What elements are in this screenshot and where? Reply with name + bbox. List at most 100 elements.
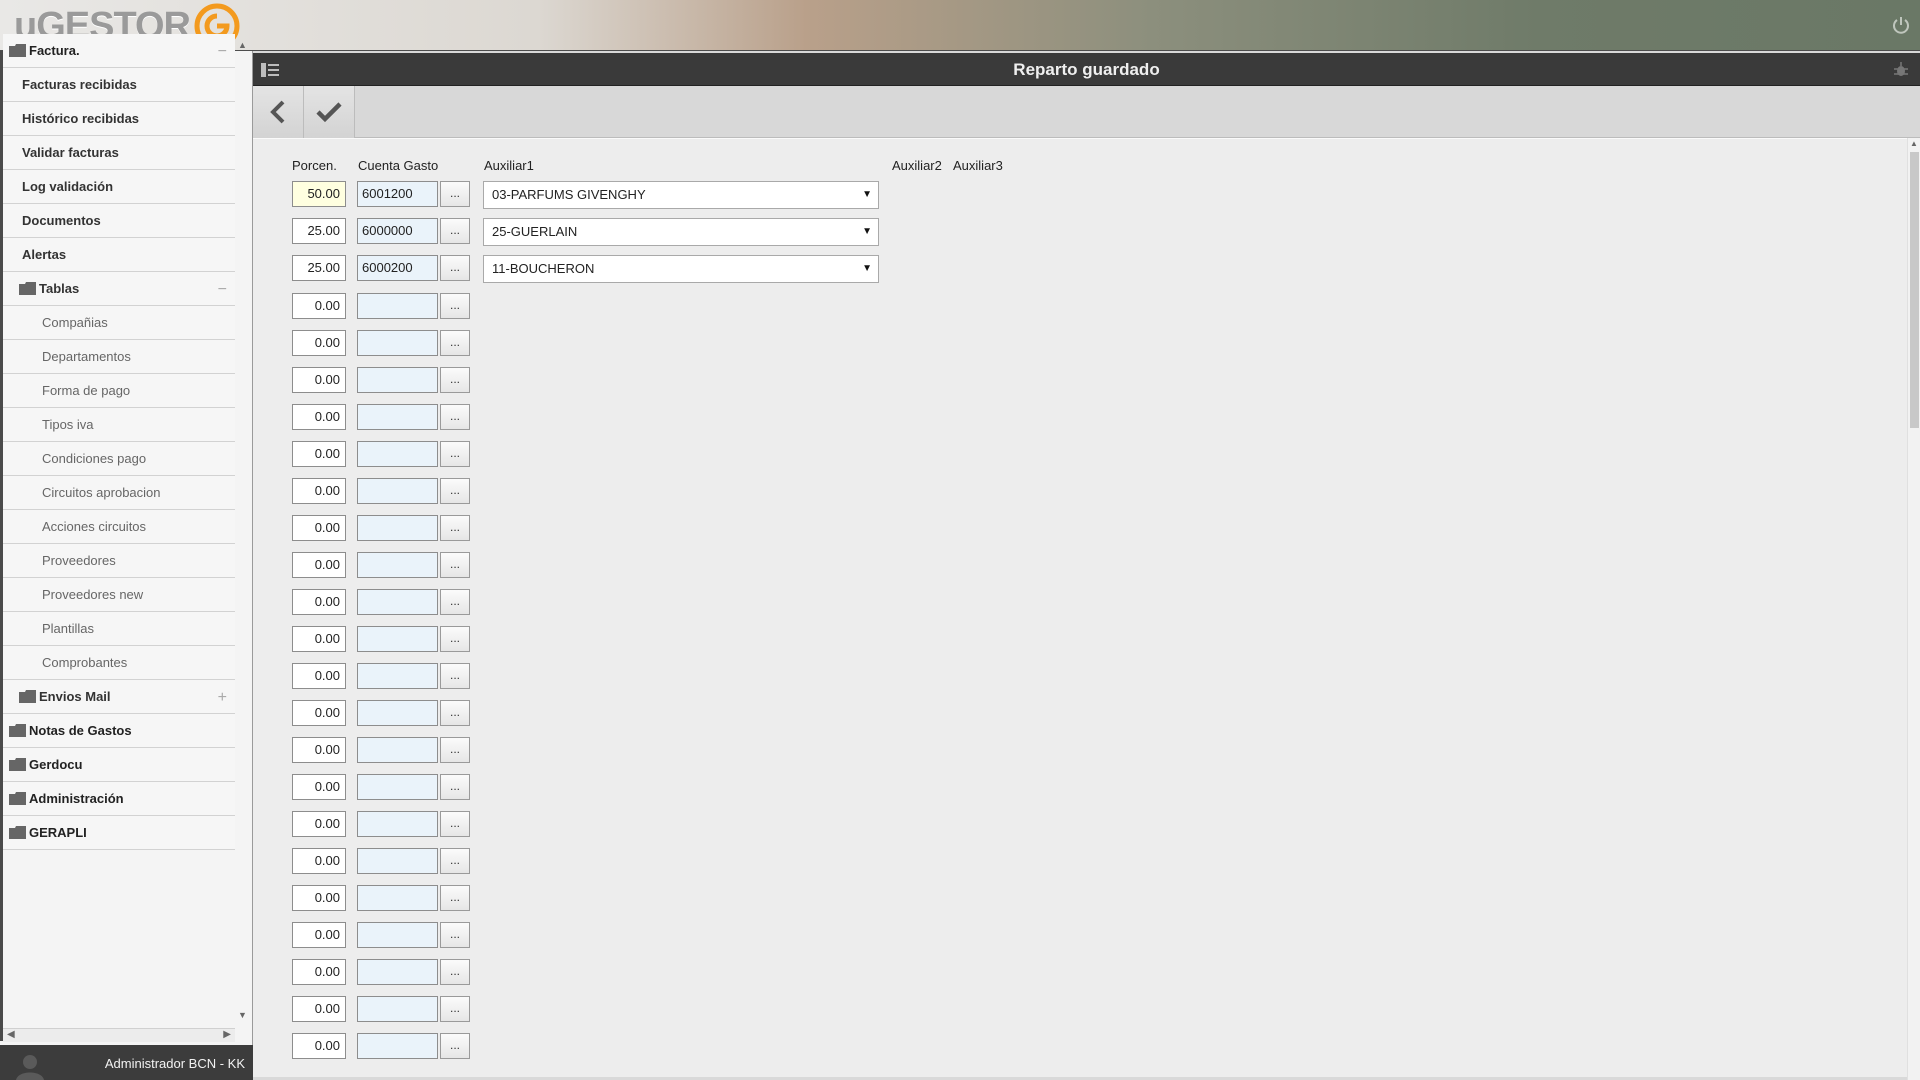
expense-account-input[interactable] (357, 626, 438, 652)
percentage-input[interactable]: 0.00 (292, 552, 346, 578)
account-lookup-button[interactable]: ... (440, 367, 470, 393)
sidebar-item[interactable]: Proveedores new (3, 578, 235, 612)
sidebar-horizontal-scrollbar[interactable]: ◀ ▶ (3, 1028, 235, 1042)
power-icon[interactable] (1892, 16, 1910, 34)
sidebar-item[interactable]: GERAPLI (3, 816, 235, 850)
percentage-input[interactable]: 0.00 (292, 1033, 346, 1059)
expense-account-input[interactable]: 6000200 (357, 255, 438, 281)
expense-account-input[interactable] (357, 552, 438, 578)
account-lookup-button[interactable]: ... (440, 774, 470, 800)
account-lookup-button[interactable]: ... (440, 663, 470, 689)
expense-account-input[interactable] (357, 367, 438, 393)
percentage-input[interactable]: 0.00 (292, 367, 346, 393)
scrollbar-thumb[interactable] (1910, 152, 1919, 428)
account-lookup-button[interactable]: ... (440, 218, 470, 244)
auxiliar1-select[interactable]: 11-BOUCHERON ▼ (483, 255, 879, 283)
main-vertical-scrollbar[interactable]: ▲ (1907, 138, 1920, 1080)
expense-account-input[interactable] (357, 515, 438, 541)
auxiliar1-select[interactable]: 25-GUERLAIN ▼ (483, 218, 879, 246)
account-lookup-button[interactable]: ... (440, 552, 470, 578)
collapse-icon[interactable]: − (218, 281, 227, 299)
account-lookup-button[interactable]: ... (440, 885, 470, 911)
expense-account-input[interactable] (357, 996, 438, 1022)
percentage-input[interactable]: 0.00 (292, 478, 346, 504)
expense-account-input[interactable] (357, 441, 438, 467)
account-lookup-button[interactable]: ... (440, 293, 470, 319)
account-lookup-button[interactable]: ... (440, 1033, 470, 1059)
expense-account-input[interactable] (357, 404, 438, 430)
account-lookup-button[interactable]: ... (440, 441, 470, 467)
expense-account-input[interactable] (357, 811, 438, 837)
expense-account-input[interactable] (357, 700, 438, 726)
sidebar-item[interactable]: Comprobantes (3, 646, 235, 680)
expense-account-input[interactable] (357, 293, 438, 319)
scroll-right-icon[interactable]: ▶ (223, 1029, 231, 1040)
expense-account-input[interactable] (357, 330, 438, 356)
percentage-input[interactable]: 0.00 (292, 626, 346, 652)
collapse-icon[interactable]: − (218, 43, 227, 61)
sidebar-item[interactable]: Administración (3, 782, 235, 816)
sidebar-item[interactable]: Compañias (3, 306, 235, 340)
sidebar-item[interactable]: Plantillas (3, 612, 235, 646)
percentage-input[interactable]: 0.00 (292, 700, 346, 726)
sidebar-item[interactable]: Acciones circuitos (3, 510, 235, 544)
account-lookup-button[interactable]: ... (440, 996, 470, 1022)
sidebar-scroll-up-icon[interactable]: ▲ (238, 40, 247, 50)
percentage-input[interactable]: 0.00 (292, 885, 346, 911)
sidebar-item[interactable]: Tablas − (3, 272, 235, 306)
account-lookup-button[interactable]: ... (440, 700, 470, 726)
expense-account-input[interactable] (357, 774, 438, 800)
sidebar-item[interactable]: Alertas (3, 238, 235, 272)
percentage-input[interactable]: 0.00 (292, 811, 346, 837)
account-lookup-button[interactable]: ... (440, 811, 470, 837)
user-name[interactable]: Administrador BCN - KK (105, 1056, 245, 1071)
sidebar-item[interactable]: Gerdocu (3, 748, 235, 782)
expense-account-input[interactable] (357, 737, 438, 763)
sidebar-item[interactable]: Tipos iva (3, 408, 235, 442)
sidebar-item[interactable]: Departamentos (3, 340, 235, 374)
account-lookup-button[interactable]: ... (440, 959, 470, 985)
sidebar-scroll-down-icon[interactable]: ▼ (238, 1010, 247, 1020)
percentage-input[interactable]: 0.00 (292, 959, 346, 985)
bug-icon[interactable] (1892, 61, 1910, 79)
percentage-input[interactable]: 50.00 (292, 181, 346, 207)
sidebar-item[interactable]: Log validación (3, 170, 235, 204)
expense-account-input[interactable] (357, 478, 438, 504)
sidebar-item[interactable]: Envios Mail + (3, 680, 235, 714)
account-lookup-button[interactable]: ... (440, 330, 470, 356)
expense-account-input[interactable]: 6000000 (357, 218, 438, 244)
sidebar-item[interactable]: Facturas recibidas (3, 68, 235, 102)
scroll-left-icon[interactable]: ◀ (7, 1029, 15, 1040)
expense-account-input[interactable] (357, 959, 438, 985)
expense-account-input[interactable] (357, 885, 438, 911)
account-lookup-button[interactable]: ... (440, 515, 470, 541)
sidebar-item[interactable]: Circuitos aprobacion (3, 476, 235, 510)
sidebar-item[interactable]: Validar facturas (3, 136, 235, 170)
percentage-input[interactable]: 0.00 (292, 737, 346, 763)
expense-account-input[interactable]: 6001200 (357, 181, 438, 207)
percentage-input[interactable]: 0.00 (292, 774, 346, 800)
percentage-input[interactable]: 0.00 (292, 996, 346, 1022)
sidebar-item[interactable]: Forma de pago (3, 374, 235, 408)
account-lookup-button[interactable]: ... (440, 848, 470, 874)
account-lookup-button[interactable]: ... (440, 478, 470, 504)
sidebar-item[interactable]: Proveedores (3, 544, 235, 578)
auxiliar1-select[interactable]: 03-PARFUMS GIVENGHY ▼ (483, 181, 879, 209)
account-lookup-button[interactable]: ... (440, 255, 470, 281)
sidebar-item[interactable]: Histórico recibidas (3, 102, 235, 136)
sidebar-item[interactable]: Factura. − (3, 34, 235, 68)
expand-icon[interactable]: + (218, 689, 227, 707)
percentage-input[interactable]: 0.00 (292, 663, 346, 689)
percentage-input[interactable]: 0.00 (292, 515, 346, 541)
expense-account-input[interactable] (357, 848, 438, 874)
account-lookup-button[interactable]: ... (440, 404, 470, 430)
expense-account-input[interactable] (357, 589, 438, 615)
percentage-input[interactable]: 25.00 (292, 255, 346, 281)
account-lookup-button[interactable]: ... (440, 737, 470, 763)
percentage-input[interactable]: 0.00 (292, 589, 346, 615)
expense-account-input[interactable] (357, 1033, 438, 1059)
account-lookup-button[interactable]: ... (440, 626, 470, 652)
save-button[interactable] (304, 86, 355, 138)
account-lookup-button[interactable]: ... (440, 922, 470, 948)
sidebar-item[interactable]: Condiciones pago (3, 442, 235, 476)
